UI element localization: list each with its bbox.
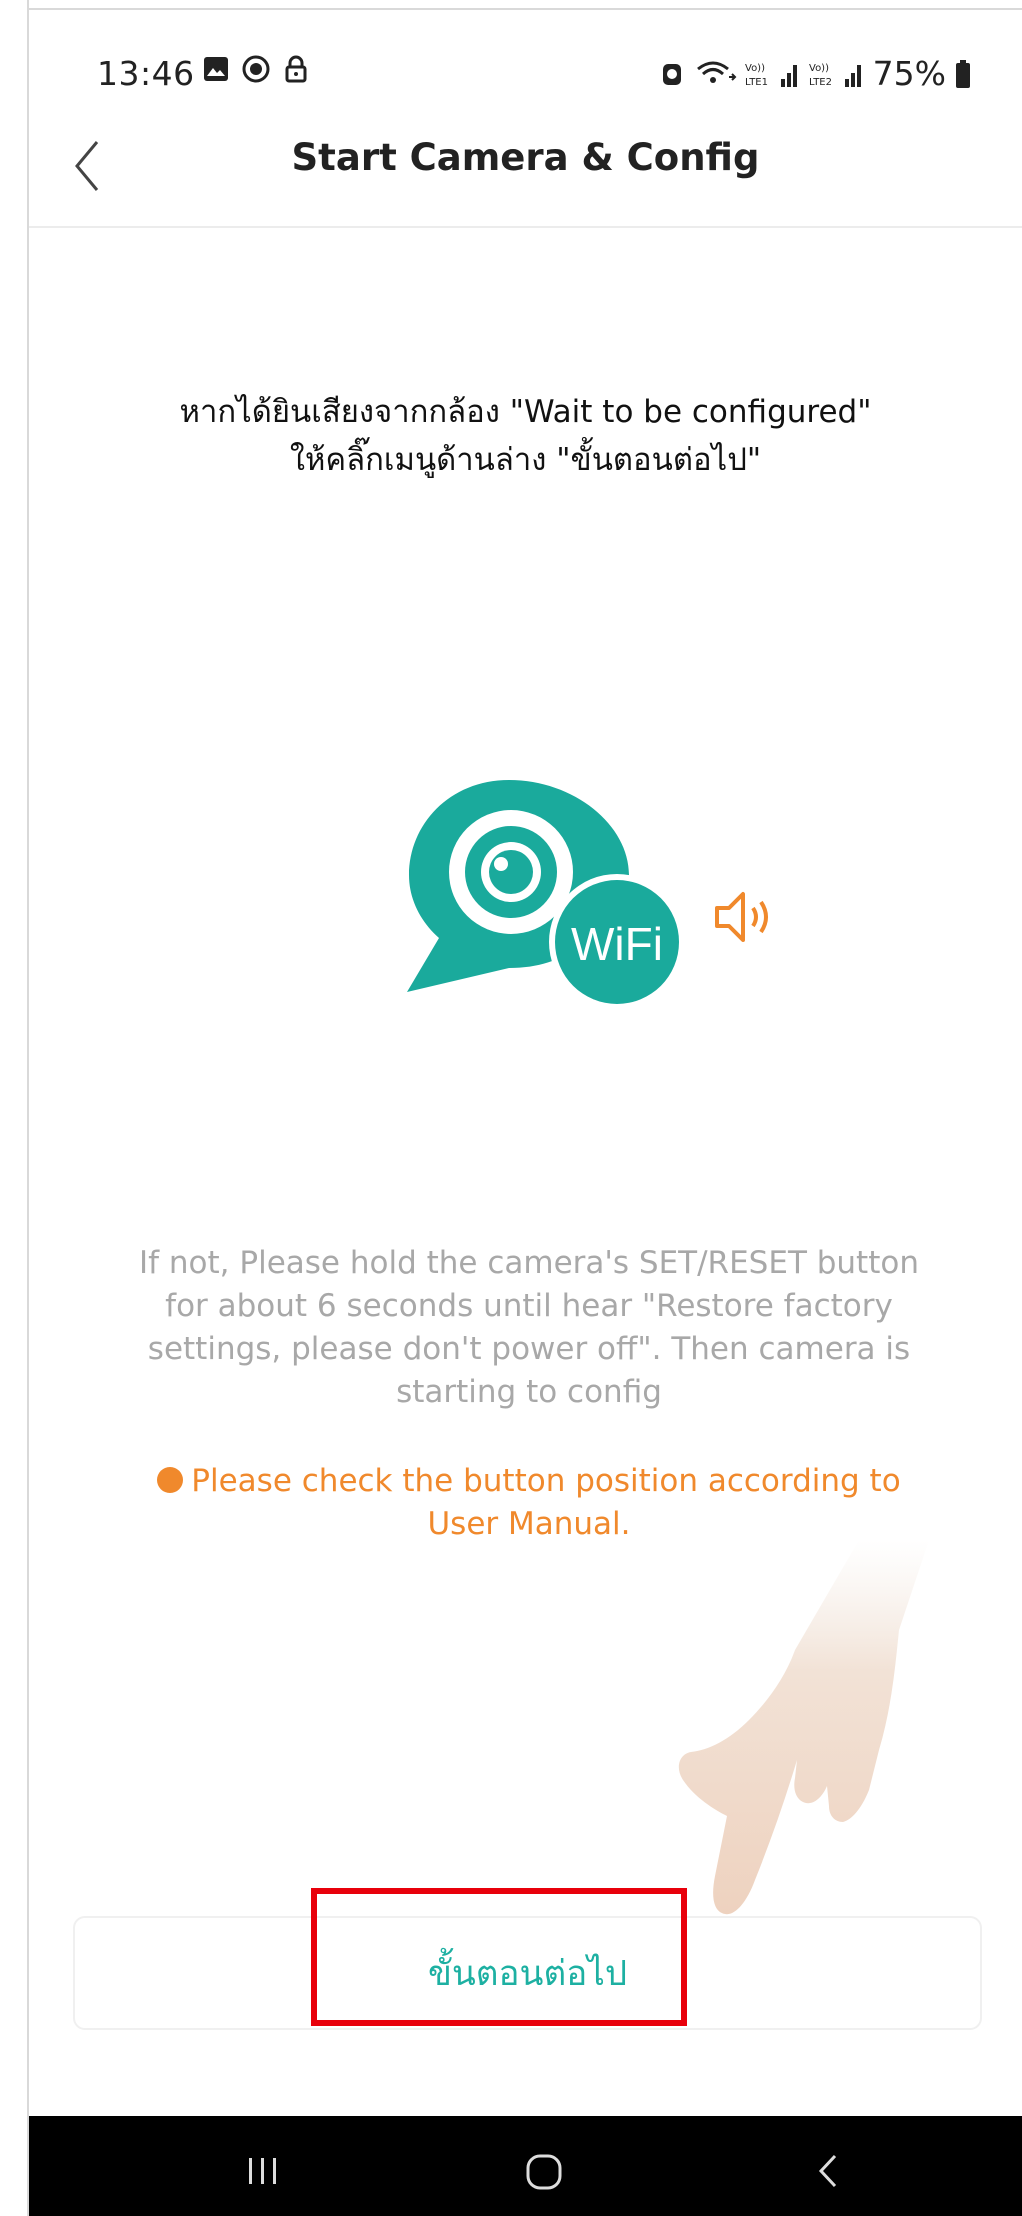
status-left-icons <box>201 54 311 84</box>
instruction-line-1: หากได้ยินเสียงจากกล้อง "Wait to be confi… <box>179 394 872 430</box>
status-bar: 13:46 Vo)) LTE1 Vo)) LTE2 75% <box>29 10 1022 106</box>
system-nav-bar <box>29 2116 1022 2216</box>
svg-text:Vo)): Vo)) <box>809 63 829 74</box>
hand-pointer-icon <box>678 1540 929 1915</box>
warning-note: Please check the button position accordi… <box>119 1460 939 1546</box>
wifi-badge-text: WiFi <box>571 918 663 970</box>
wifi-icon <box>696 61 737 83</box>
back-icon[interactable] <box>799 2146 859 2196</box>
speaker-icon <box>715 892 768 942</box>
battery-percent: 75% <box>872 54 946 93</box>
next-step-label: ขั้นตอนต่อไป <box>427 1953 628 1994</box>
help-text: If not, Please hold the camera's SET/RES… <box>139 1245 919 1410</box>
signal-sim1-icon: Vo)) LTE1 <box>745 63 797 88</box>
camera-wifi-icon: WiFi <box>407 780 685 1010</box>
home-icon[interactable] <box>514 2146 574 2196</box>
warning-text: Please check the button position accordi… <box>191 1463 901 1542</box>
app-header: Start Camera & Config <box>29 106 1022 228</box>
battery-icon <box>956 59 970 88</box>
instruction-line-2: ให้คลิ๊กเมนูด้านล่าง "ขั้นตอนต่อไป" <box>289 442 762 478</box>
status-time: 13:46 <box>97 54 195 93</box>
recent-apps-icon[interactable] <box>233 2146 293 2196</box>
svg-text:Vo)): Vo)) <box>745 63 765 74</box>
instruction-text: หากได้ยินเสียงจากกล้อง "Wait to be confi… <box>89 388 962 484</box>
frame-left-edge <box>0 0 29 2216</box>
record-icon <box>242 55 270 83</box>
alarm-icon <box>662 63 681 85</box>
phone-screen: 13:46 Vo)) LTE1 Vo)) LTE2 75% Start Came… <box>29 10 1022 2216</box>
gallery-icon <box>204 57 228 81</box>
frame-top-edge <box>0 0 1022 10</box>
next-step-button[interactable]: ขั้นตอนต่อไป <box>73 1916 982 2030</box>
page-title: Start Camera & Config <box>291 136 760 179</box>
svg-text:LTE2: LTE2 <box>809 77 832 88</box>
lock-icon <box>285 55 307 83</box>
svg-text:LTE1: LTE1 <box>745 77 768 88</box>
signal-sim2-icon: Vo)) LTE2 <box>809 63 861 88</box>
warning-dot-icon <box>157 1467 184 1493</box>
status-right-icons: Vo)) LTE1 Vo)) LTE2 75% <box>657 54 972 93</box>
